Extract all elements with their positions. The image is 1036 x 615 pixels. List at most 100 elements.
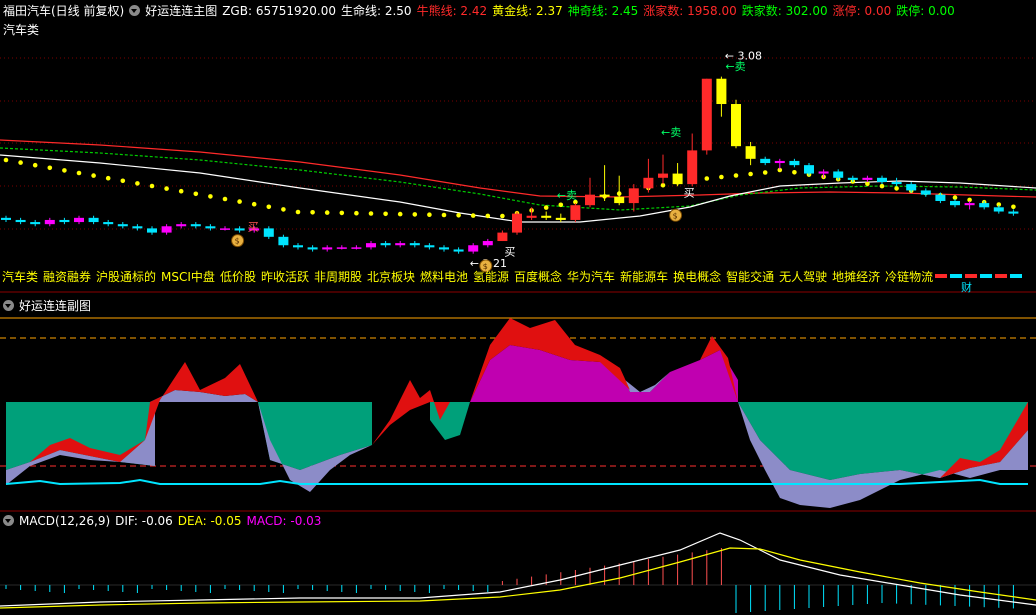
concept-tag[interactable]: 百度概念 <box>514 270 562 284</box>
concept-tag[interactable]: 新能源车 <box>620 270 668 284</box>
concept-tag[interactable]: 燃料电池 <box>420 270 468 284</box>
stop-dot <box>339 210 345 216</box>
macd-dea-line <box>0 547 1036 609</box>
stop-dot <box>762 170 768 175</box>
concept-tag[interactable]: MSCI中盘 <box>161 270 215 284</box>
candle-body <box>263 228 274 237</box>
candle-body <box>497 232 508 242</box>
macd-dea: DEA: -0.05 <box>177 514 242 528</box>
stop-dot <box>558 202 564 208</box>
candle-body <box>176 224 187 227</box>
stop-dot <box>32 162 38 168</box>
candle-body <box>628 188 639 204</box>
stop-dot <box>500 213 505 219</box>
concept-tag[interactable]: 非周期股 <box>314 270 362 284</box>
candle-body <box>818 171 829 174</box>
concept-tag[interactable]: 北京板块 <box>367 270 415 284</box>
candle-body <box>555 217 566 220</box>
stop-dot <box>149 183 155 189</box>
macd-title[interactable]: MACD(12,26,9) <box>19 514 110 528</box>
concept-tag[interactable]: 昨收活跃 <box>261 270 309 284</box>
candle-body <box>161 226 172 233</box>
candle-body <box>409 243 420 246</box>
stop-dot <box>354 210 359 216</box>
candle-body <box>1008 211 1019 214</box>
stop-dot <box>383 211 388 217</box>
concept-tag[interactable]: 地摊经济 <box>832 270 880 284</box>
concept-tag[interactable]: 智能交通 <box>726 270 774 284</box>
finance-marker <box>1010 274 1022 278</box>
candle-body <box>512 213 522 233</box>
stop-dot <box>237 199 242 204</box>
concept-tag[interactable]: 低价股 <box>220 270 256 284</box>
candle-body <box>950 200 960 206</box>
sub-indicator-dropdown-icon[interactable] <box>3 300 14 311</box>
sub-indicator-name[interactable]: 好运连连副图 <box>19 299 91 313</box>
stop-dot <box>894 186 899 191</box>
candle-body <box>672 173 683 185</box>
candle-body <box>30 222 41 225</box>
concept-tag[interactable]: 沪股通标的 <box>96 270 156 284</box>
candle-body <box>424 245 435 248</box>
stop-dot <box>208 194 213 199</box>
candle-body <box>833 171 844 178</box>
candle-body <box>380 243 391 246</box>
stop-dot <box>879 183 885 189</box>
candle-body <box>979 203 990 208</box>
candle-body <box>468 245 479 252</box>
stop-dot <box>120 178 126 184</box>
stop-dot <box>105 175 111 181</box>
candle-body <box>351 247 362 249</box>
stop-dot <box>3 157 9 163</box>
candle-body <box>220 228 230 230</box>
stop-dot <box>368 211 374 216</box>
stop-dot <box>1011 204 1016 210</box>
magenta-area <box>470 345 738 402</box>
candle-body <box>322 247 333 250</box>
candle-body <box>117 224 128 227</box>
stop-dot <box>18 160 23 165</box>
buy-signal-label: 买 <box>248 220 259 233</box>
candle-body <box>862 177 873 180</box>
stop-dot <box>222 196 228 202</box>
candle-body <box>716 78 727 105</box>
stop-dot <box>412 212 418 217</box>
stop-dot <box>193 191 199 197</box>
candle-body <box>935 194 946 201</box>
candle-body <box>336 247 347 249</box>
concept-tag[interactable]: 汽车类 <box>2 270 38 284</box>
candle-body <box>687 150 698 185</box>
stop-dot <box>76 170 82 176</box>
candle-body <box>88 217 99 223</box>
stop-dot <box>47 165 53 171</box>
macd-dropdown-icon[interactable] <box>3 515 14 526</box>
concept-tag[interactable]: 换电概念 <box>673 270 721 284</box>
concept-tag[interactable]: 华为汽车 <box>567 270 615 284</box>
candle-body <box>1 217 11 220</box>
stop-dot <box>792 170 797 175</box>
stop-dot <box>704 176 710 181</box>
stop-dot <box>719 174 724 180</box>
stop-dot <box>397 211 403 217</box>
candle-body <box>103 222 114 225</box>
stop-dot <box>427 212 432 217</box>
finance-marker <box>950 274 962 278</box>
stop-dot <box>485 213 491 219</box>
money-bag-icon: $ <box>235 237 240 246</box>
stop-dot <box>470 213 476 218</box>
candle-body <box>877 177 887 183</box>
macd-value: MACD: -0.03 <box>246 514 322 528</box>
sub-chart-header: 好运连连副图 <box>3 298 96 314</box>
concept-tag[interactable]: 融资融券 <box>43 270 91 284</box>
candle-body <box>307 247 318 250</box>
concept-tag[interactable]: 冷链物流 <box>885 270 933 284</box>
buy-signal-label: 买 <box>504 246 515 259</box>
candle-body <box>891 182 902 185</box>
concept-tag[interactable]: 无人驾驶 <box>779 270 827 284</box>
candle-body <box>789 160 800 166</box>
candle-body <box>482 241 493 246</box>
candle-body <box>44 219 55 225</box>
stop-dot <box>135 181 140 186</box>
candle-body <box>847 177 858 180</box>
concept-tag[interactable]: 氢能源 <box>473 270 509 284</box>
